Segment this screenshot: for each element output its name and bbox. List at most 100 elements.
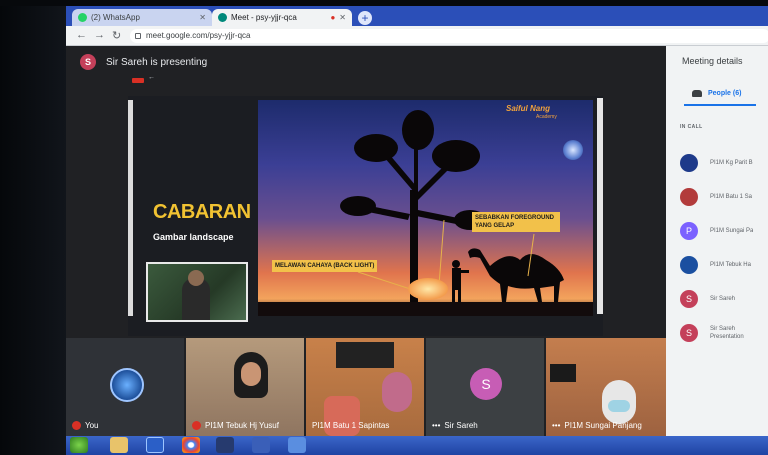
slide-border (128, 100, 133, 316)
list-item[interactable]: PI1M Kg Parit B (680, 146, 768, 180)
participant-avatar (680, 256, 698, 274)
participant-strip: You PI1M Tebuk Hj Yusuf PI1M Batu 1 Sapi… (66, 338, 666, 436)
people-tab-label: People (6) (708, 90, 742, 97)
org-logo (110, 368, 144, 402)
room-tv (550, 364, 576, 382)
monitor-bezel (0, 0, 66, 455)
app-icon[interactable] (288, 437, 306, 453)
sunset-glow (408, 278, 448, 300)
mic-off-icon (72, 421, 81, 430)
participant-avatar: S (680, 324, 698, 342)
app-icon[interactable] (216, 437, 234, 453)
live-badge (132, 78, 144, 83)
screen-photo: (2) WhatsApp ✕ Meet - psy-yjjr-qca ● ✕ +… (0, 0, 768, 455)
forward-icon[interactable]: → (94, 29, 105, 41)
close-icon[interactable]: ✕ (339, 13, 346, 22)
tab-indicator (684, 104, 756, 106)
brand-sub: Academy (536, 114, 557, 120)
participant-name: Sir Sareh Presentation (710, 325, 744, 341)
address-bar[interactable]: meet.google.com/psy-yjjr-qca (130, 29, 768, 43)
folder-icon[interactable] (110, 437, 128, 453)
back-icon[interactable]: ← (76, 29, 87, 41)
more-icon[interactable]: ••• (432, 421, 440, 430)
label-foreground: SEBABKAN FOREGROUND YANG GELAP (472, 212, 560, 232)
participant-tile[interactable]: ••• PI1M Sungai Panjang (546, 338, 666, 436)
list-item[interactable]: PI1M Tebuk Ha (680, 248, 768, 282)
brand-logo: Saiful Nang (506, 104, 551, 113)
meet-icon (218, 13, 227, 22)
participant-name: ••• PI1M Sungai Panjang (552, 421, 642, 430)
url-text: meet.google.com/psy-yjjr-qca (146, 31, 251, 40)
slide-subtitle: Gambar landscape (153, 232, 234, 242)
participant-label: Sir Sareh (444, 421, 478, 430)
participant-name: You (72, 421, 99, 430)
meeting-details-panel: Meeting details People (6) IN CALL PI1M … (666, 46, 768, 436)
mic-off-icon (192, 421, 201, 430)
presented-slide: CABARAN Gambar landscape Saiful Nang Aca… (128, 96, 603, 336)
start-button-icon[interactable] (70, 437, 88, 453)
participant-label: You (85, 421, 99, 430)
participant-face (241, 362, 261, 386)
tab-label: Meet - psy-yjjr-qca (231, 13, 297, 22)
lock-icon (135, 33, 141, 39)
new-tab-button[interactable]: + (358, 11, 372, 25)
tab-meet[interactable]: Meet - psy-yjjr-qca ● ✕ (212, 9, 352, 26)
slide-title: CABARAN (153, 201, 251, 223)
participant-figure (382, 372, 412, 412)
people-list: PI1M Kg Parit B PI1M Batu 1 Sa P PI1M Su… (680, 146, 768, 350)
participant-name: PI1M Sungai Pa (710, 228, 754, 234)
arrow-icon: ← (148, 74, 155, 81)
panel-title: Meeting details (682, 56, 743, 66)
os-taskbar (66, 436, 768, 455)
participant-mask (608, 400, 630, 412)
participant-name: ••• Sir Sareh (432, 421, 478, 430)
participant-label: PI1M Tebuk Hj Yusuf (205, 421, 279, 430)
app-icon[interactable] (252, 437, 270, 453)
participant-label: PI1M Batu 1 Sapintas (312, 421, 390, 430)
participant-label: PI1M Sungai Panjang (564, 421, 642, 430)
ground (258, 302, 593, 316)
word-icon[interactable] (146, 437, 164, 453)
participant-name: PI1M Tebuk Ha (710, 262, 751, 268)
whatsapp-icon (78, 13, 87, 22)
label-backlight: MELAWAN CAHAYA (BACK LIGHT) (272, 260, 378, 272)
presenter-bar: S Sir Sareh is presenting (80, 54, 207, 70)
participant-video (336, 342, 394, 368)
participant-name: PI1M Batu 1 Sapintas (312, 421, 389, 430)
participant-label: Sir Sareh (710, 326, 736, 332)
browser-toolbar: ← → ↻ meet.google.com/psy-yjjr-qca (66, 26, 768, 46)
reload-icon[interactable]: ↻ (112, 29, 121, 42)
moon (563, 140, 583, 160)
participant-name: PI1M Batu 1 Sa (710, 194, 753, 200)
presenter-head (188, 270, 204, 286)
presenter-avatar: S (80, 54, 96, 70)
slide-border-right (597, 98, 603, 314)
list-item[interactable]: S Sir Sareh (680, 282, 768, 316)
section-label: IN CALL (680, 124, 703, 130)
tab-people[interactable]: People (6) (692, 90, 741, 97)
close-icon[interactable]: ✕ (199, 13, 206, 22)
participant-name: PI1M Tebuk Hj Yusuf (192, 421, 279, 430)
participant-tile[interactable]: PI1M Tebuk Hj Yusuf (186, 338, 304, 436)
chrome-icon[interactable] (182, 437, 200, 453)
participant-avatar: S (470, 368, 502, 400)
list-item[interactable]: S Sir Sareh Presentation (680, 316, 768, 350)
participant-avatar: P (680, 222, 698, 240)
tab-label: (2) WhatsApp (91, 13, 140, 22)
participant-tile[interactable]: You (66, 338, 184, 436)
participant-tile[interactable]: S ••• Sir Sareh (426, 338, 544, 436)
participant-tile[interactable]: PI1M Batu 1 Sapintas (306, 338, 424, 436)
recording-dot-icon: ● (330, 13, 336, 22)
participant-avatar: S (680, 290, 698, 308)
participant-name: Sir Sareh (710, 296, 736, 302)
participant-avatar (680, 154, 698, 172)
landscape-photo: Saiful Nang Academy MELAWAN CAHAYA (BACK… (258, 100, 593, 316)
tab-whatsapp[interactable]: (2) WhatsApp ✕ (72, 9, 212, 26)
presenting-text: Sir Sareh is presenting (106, 56, 208, 68)
more-icon[interactable]: ••• (552, 421, 560, 430)
participant-avatar (680, 188, 698, 206)
list-item[interactable]: P PI1M Sungai Pa (680, 214, 768, 248)
list-item[interactable]: PI1M Batu 1 Sa (680, 180, 768, 214)
people-icon (692, 90, 702, 97)
presenter-webcam (146, 262, 248, 322)
